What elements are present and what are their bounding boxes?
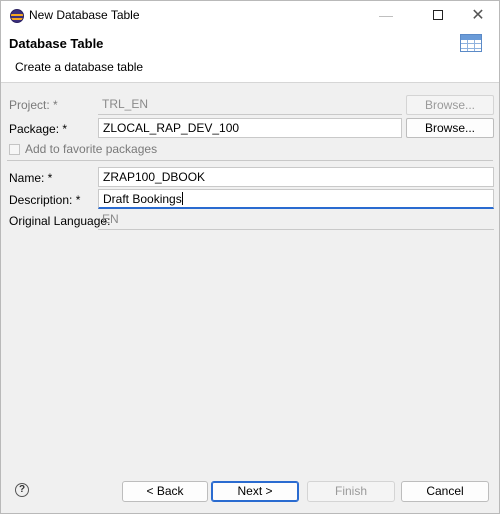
minimize-icon: —	[379, 7, 393, 23]
close-icon: ✕	[471, 7, 485, 24]
text-caret	[181, 192, 183, 205]
favorite-checkbox	[9, 143, 20, 155]
description-input[interactable]: Draft Bookings	[98, 189, 494, 209]
table-icon	[460, 34, 482, 52]
name-input[interactable]: ZRAP100_DBOOK	[98, 167, 494, 187]
minimize-button[interactable]: —	[363, 1, 409, 29]
button-bar: ? < Back Next > Finish Cancel	[1, 463, 499, 513]
wizard-form: Project: * TRL_EN Browse... Package: * Z…	[1, 83, 499, 463]
favorite-checkbox-label: Add to favorite packages	[25, 142, 158, 156]
description-value: Draft Bookings	[103, 192, 182, 206]
window-title: New Database Table	[29, 8, 140, 22]
separator	[7, 160, 493, 161]
back-button[interactable]: < Back	[122, 481, 208, 502]
project-browse-button: Browse...	[406, 95, 494, 115]
close-button[interactable]: ✕	[455, 1, 500, 29]
project-label: Project: *	[9, 98, 58, 112]
eclipse-app-icon	[10, 9, 24, 23]
cancel-button[interactable]: Cancel	[401, 481, 489, 502]
new-database-table-dialog: New Database Table — ✕ Database Table Cr…	[0, 0, 500, 514]
page-subtitle: Create a database table	[15, 60, 144, 74]
description-label: Description: *	[9, 193, 81, 207]
maximize-icon	[433, 10, 443, 20]
project-field: TRL_EN	[98, 95, 402, 115]
next-button[interactable]: Next >	[211, 481, 299, 502]
package-label: Package: *	[9, 122, 68, 136]
name-label: Name: *	[9, 171, 53, 185]
title-bar: New Database Table — ✕	[1, 1, 499, 29]
favorite-checkbox-row: Add to favorite packages	[9, 142, 157, 156]
language-field: EN	[98, 210, 494, 230]
language-label: Original Language:	[9, 214, 111, 228]
finish-button: Finish	[307, 481, 395, 502]
package-input[interactable]: ZLOCAL_RAP_DEV_100	[98, 118, 402, 138]
package-browse-button[interactable]: Browse...	[406, 118, 494, 138]
wizard-header: Database Table Create a database table	[1, 29, 499, 83]
help-icon[interactable]: ?	[15, 483, 29, 497]
page-title: Database Table	[9, 36, 104, 51]
